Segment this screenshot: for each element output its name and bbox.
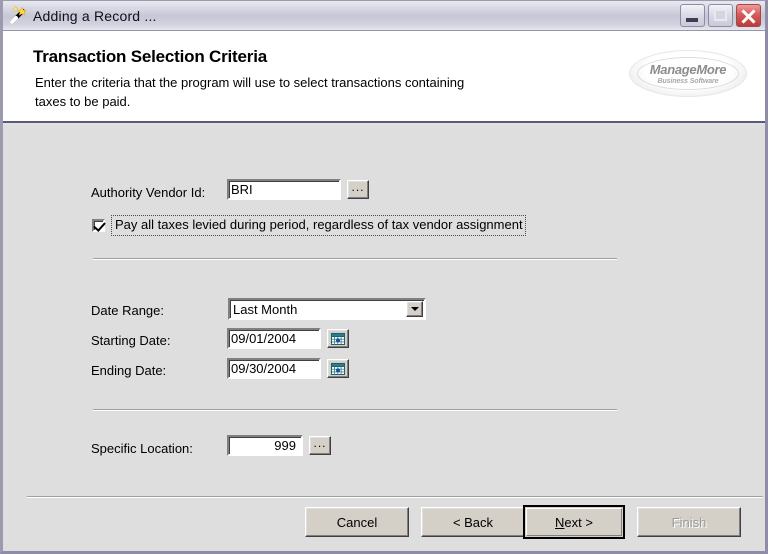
window-controls — [680, 4, 761, 27]
close-button[interactable] — [736, 4, 761, 27]
cancel-button[interactable]: Cancel — [305, 507, 409, 537]
authority-vendor-value: BRI — [231, 182, 253, 197]
maximize-icon — [714, 9, 727, 21]
specific-location-browse-button[interactable]: ... — [309, 436, 331, 455]
specific-location-value: 999 — [274, 438, 296, 453]
calendar-icon — [331, 362, 345, 375]
page-title: Transaction Selection Criteria — [33, 47, 267, 66]
pay-all-taxes-label[interactable]: Pay all taxes levied during period, rega… — [111, 215, 526, 236]
starting-date-calendar-button[interactable] — [327, 329, 349, 348]
pay-all-taxes-checkbox[interactable] — [92, 219, 106, 232]
wizard-header: Transaction Selection Criteria Enter the… — [3, 31, 765, 123]
ending-date-input[interactable]: 09/30/2004 — [227, 358, 321, 379]
specific-location-input[interactable]: 999 — [227, 435, 303, 456]
authority-vendor-input[interactable]: BRI — [227, 179, 341, 200]
starting-date-value: 09/01/2004 — [231, 331, 297, 346]
wizard-window: Adding a Record ... Transaction Selectio… — [0, 0, 768, 554]
date-range-select[interactable]: Last Month — [228, 298, 426, 320]
back-button[interactable]: < Back — [421, 507, 525, 537]
starting-date-label: Starting Date: — [91, 333, 171, 348]
separator-footer — [27, 496, 763, 498]
next-button-label: ext > — [564, 514, 593, 530]
chevron-down-icon[interactable] — [406, 301, 423, 317]
title-bar[interactable]: Adding a Record ... — [3, 1, 765, 31]
authority-vendor-label: Authority Vendor Id: — [91, 185, 206, 200]
date-range-value: Last Month — [233, 301, 298, 317]
logo-main-text: ManageMore — [649, 61, 727, 77]
starting-date-input[interactable]: 09/01/2004 — [227, 328, 321, 349]
managemore-logo: ManageMore Business Software — [629, 50, 747, 97]
ending-date-calendar-button[interactable] — [327, 359, 349, 378]
minimize-button[interactable] — [680, 4, 705, 27]
magic-wand-icon — [7, 5, 29, 27]
calendar-icon — [331, 332, 345, 345]
minimize-icon — [686, 18, 698, 22]
authority-vendor-browse-button[interactable]: ... — [347, 180, 369, 199]
separator-middle — [93, 409, 617, 411]
page-subtitle: Enter the criteria that the program will… — [35, 75, 465, 109]
wizard-body: Authority Vendor Id: BRI ... Pay all tax… — [3, 125, 765, 551]
date-range-label: Date Range: — [91, 303, 164, 318]
check-icon — [93, 219, 106, 232]
separator-top — [93, 258, 617, 260]
specific-location-label: Specific Location: — [91, 441, 193, 456]
next-button[interactable]: Next > — [523, 505, 625, 539]
ending-date-value: 09/30/2004 — [231, 361, 297, 376]
finish-button: Finish — [637, 507, 741, 537]
logo-sub-text: Business Software — [657, 77, 719, 85]
ending-date-label: Ending Date: — [91, 363, 167, 378]
maximize-button[interactable] — [708, 4, 733, 27]
next-button-mnemonic: N — [555, 514, 565, 530]
window-title: Adding a Record ... — [33, 7, 157, 24]
